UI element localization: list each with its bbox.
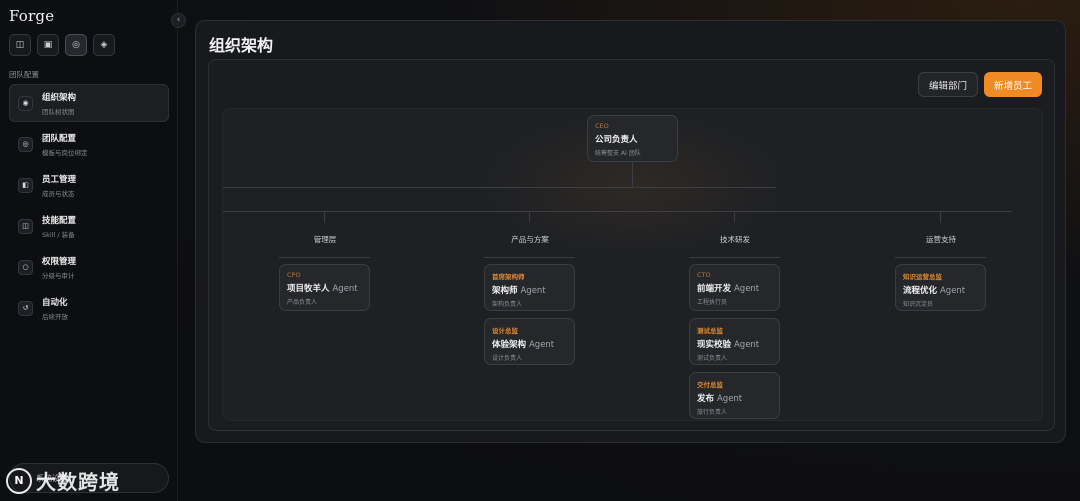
sidebar-item-label: 权限管理: [42, 256, 77, 267]
card-name: 项目牧羊人: [287, 284, 330, 294]
card-suffix: Agent: [528, 340, 555, 350]
employee-card[interactable]: 设计总监 体验架构 Agent 设计负责人: [484, 318, 575, 365]
card-suffix: Agent: [520, 286, 546, 296]
page-title: 组织架构: [209, 36, 274, 55]
collapse-sidebar-icon[interactable]: ‹: [171, 13, 186, 28]
card-role: 首席架构师: [492, 273, 525, 281]
mode-switcher: ◫ ▣ ◎ ◈: [9, 34, 115, 56]
sidebar-item-label: 技能配置: [42, 215, 77, 226]
watermark: N 大数跨境: [6, 466, 120, 495]
card-role: 知识运营总监: [903, 273, 942, 281]
brand-logo: Forge: [9, 7, 55, 25]
ceo-card[interactable]: CEO 公司负责人 统筹整支 AI 团队: [587, 115, 678, 162]
card-desc: 旅行负责人: [697, 409, 728, 416]
connector: [223, 187, 776, 188]
card-suffix: Agent: [332, 284, 358, 294]
card-suffix: Agent: [716, 394, 743, 404]
sidebar-item-skills[interactable]: ◫ 技能配置 Skill / 装备: [9, 207, 169, 245]
sidebar-item-label: 组织架构: [42, 92, 77, 103]
dept-label-management: 管理层: [313, 235, 337, 244]
card-name: 现实校验: [697, 340, 732, 350]
sidebar-item-org-chart[interactable]: ◉ 组织架构团队树状图: [9, 84, 169, 122]
sidebar-item-subtitle: 后续开放: [42, 312, 68, 321]
skills-icon: ◫: [18, 218, 33, 234]
sidebar-item-subtitle: 团队树状图: [42, 107, 75, 116]
automation-icon: ↺: [18, 300, 33, 316]
connector: [223, 211, 1012, 212]
employee-card[interactable]: CPO 项目牧羊人 Agent 产品负责人: [279, 264, 370, 311]
card-role: 测试总监: [697, 327, 723, 335]
card-name: 体验架构: [492, 340, 527, 350]
sidebar-nav: ◉ 组织架构团队树状图 ◎ 团队配置模板与岗位绑定 ◧ 员工管理成员与状态 ◫ …: [9, 84, 169, 330]
watermark-logo-icon: N: [6, 467, 32, 494]
dept-label-product: 产品与方案: [511, 235, 549, 244]
org-chart-canvas: CEO 公司负责人 统筹整支 AI 团队 管理层 产品与方案 技术研发 运营支持…: [222, 108, 1043, 421]
team-config-icon: ◎: [18, 136, 33, 152]
card-name: 公司负责人: [595, 135, 638, 145]
edit-department-button[interactable]: 编辑部门: [918, 72, 978, 97]
employee-card[interactable]: 测试总监 现实校验 Agent 测试负责人: [689, 318, 780, 365]
sidebar-item-permissions[interactable]: ○ 权限管理分级与审计: [9, 248, 169, 286]
card-suffix: Agent: [733, 340, 760, 350]
connector: [279, 257, 370, 258]
card-desc: 知识沉淀员: [903, 301, 934, 308]
card-role: 交付总监: [697, 381, 723, 389]
card-role: CTO: [697, 271, 711, 279]
diamond-icon[interactable]: ◈: [93, 34, 115, 56]
card-desc: 工程执行员: [697, 299, 728, 306]
sidebar-item-subtitle: 模板与岗位绑定: [42, 148, 88, 157]
card-desc: 设计负责人: [492, 355, 523, 362]
card-suffix: Agent: [939, 286, 966, 296]
sidebar-item-team-config[interactable]: ◎ 团队配置模板与岗位绑定: [9, 125, 169, 163]
watermark-text: 大数跨境: [36, 470, 120, 494]
dept-label-engineering: 技术研发: [720, 235, 750, 244]
staff-icon: ◧: [18, 177, 33, 193]
org-chart-icon: ◉: [18, 95, 33, 111]
card-role: CEO: [595, 122, 609, 130]
card-desc: 架构负责人: [492, 301, 523, 308]
card-name: 发布: [697, 394, 715, 404]
sidebar-item-subtitle: 分级与审计: [42, 271, 75, 280]
permissions-icon: ○: [18, 259, 33, 275]
employee-card[interactable]: CTO 前端开发 Agent 工程执行员: [689, 264, 780, 311]
sidebar-item-label: 团队配置: [42, 133, 77, 144]
sidebar-item-automation[interactable]: ↺ 自动化后续开放: [9, 289, 169, 327]
layout-icon[interactable]: ◫: [9, 34, 31, 56]
connector: [689, 257, 780, 258]
card-name: 流程优化: [903, 286, 938, 296]
sidebar-item-subtitle: Skill / 装备: [42, 230, 75, 239]
card-desc: 产品负责人: [287, 299, 318, 306]
connector: [734, 211, 735, 223]
sidebar-section-label: 团队配置: [9, 70, 39, 79]
connector: [895, 257, 986, 258]
connector: [632, 162, 633, 187]
connector: [484, 257, 575, 258]
square-icon[interactable]: ▣: [37, 34, 59, 56]
connector: [529, 211, 530, 223]
dept-label-operations: 运营支持: [926, 235, 956, 244]
card-name: 架构师: [492, 286, 518, 296]
employee-card[interactable]: 首席架构师 架构师 Agent 架构负责人: [484, 264, 575, 311]
sidebar-item-label: 自动化: [42, 297, 68, 308]
sidebar-item-label: 员工管理: [42, 174, 77, 185]
add-employee-button[interactable]: 新增员工: [984, 72, 1042, 97]
card-role: CPO: [287, 271, 301, 279]
card-suffix: Agent: [733, 284, 760, 294]
connector: [940, 211, 941, 223]
sidebar: Forge ◫ ▣ ◎ ◈ 团队配置 ◉ 组织架构团队树状图 ◎ 团队配置模板与…: [0, 0, 178, 501]
main-panel: 组织架构 编辑部门 新增员工 CEO 公司负责人 统筹整支 AI 团队 管理层 …: [195, 20, 1066, 443]
card-desc: 测试负责人: [697, 355, 728, 362]
employee-card[interactable]: 知识运营总监 流程优化 Agent 知识沉淀员: [895, 264, 986, 311]
target-icon[interactable]: ◎: [65, 34, 87, 56]
card-desc: 统筹整支 AI 团队: [595, 150, 641, 157]
card-role: 设计总监: [492, 327, 518, 335]
employee-card[interactable]: 交付总监 发布 Agent 旅行负责人: [689, 372, 780, 419]
card-name: 前端开发: [697, 284, 732, 294]
org-board: 编辑部门 新增员工 CEO 公司负责人 统筹整支 AI 团队 管理层 产品与方案…: [208, 59, 1055, 431]
sidebar-item-subtitle: 成员与状态: [42, 189, 75, 198]
connector: [324, 211, 325, 223]
sidebar-item-staff[interactable]: ◧ 员工管理成员与状态: [9, 166, 169, 204]
